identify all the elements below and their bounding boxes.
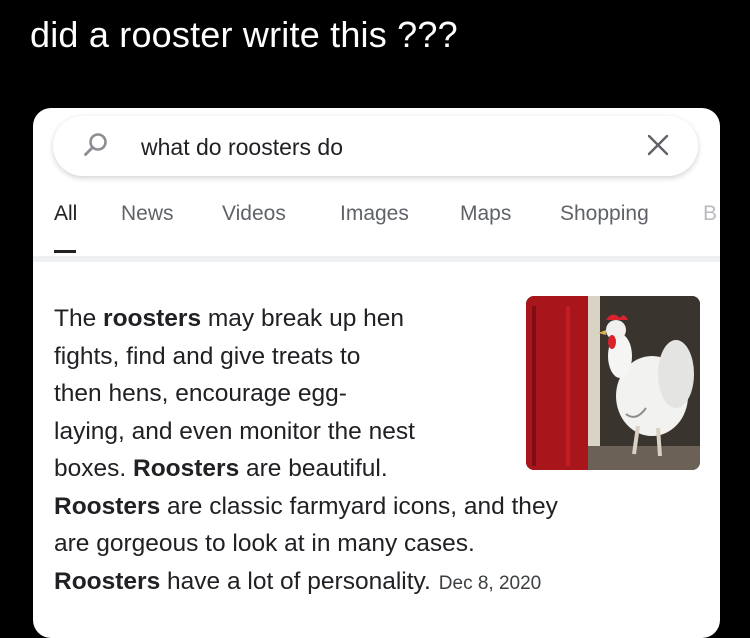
search-icon[interactable]	[83, 132, 109, 158]
snippet-line: are gorgeous to look at in many cases.	[54, 525, 704, 563]
snippet-text: are classic farmyard icons, and they	[160, 492, 558, 520]
active-tab-indicator	[54, 250, 76, 253]
snippet-text: fights, find and give treats to	[54, 342, 361, 370]
search-result-card: what do roosters do All News Videos Imag…	[33, 108, 720, 638]
snippet-bold-term: Roosters	[54, 492, 161, 520]
tab-videos[interactable]: Videos	[222, 202, 286, 226]
rooster-thumbnail-image[interactable]	[526, 296, 700, 470]
close-icon[interactable]	[644, 131, 672, 159]
tab-news[interactable]: News	[121, 202, 174, 226]
snippet-bold-term: roosters	[103, 305, 202, 332]
tab-books-partial[interactable]: B	[703, 202, 717, 226]
snippet-text: then hens, encourage egg-	[54, 380, 347, 407]
snippet-text: may break up hen	[201, 305, 405, 332]
tab-images[interactable]: Images	[340, 202, 409, 226]
snippet-line: Roosters have a lot of personality. Dec 8…	[54, 563, 704, 603]
search-input[interactable]: what do roosters do	[141, 134, 343, 161]
snippet-text: are gorgeous to look at in many cases.	[54, 530, 475, 557]
tab-maps[interactable]: Maps	[460, 202, 511, 226]
snippet-text: laying, and even monitor the nest	[54, 417, 415, 445]
search-bar[interactable]: what do roosters do	[53, 116, 698, 176]
snippet-date: Dec 8, 2020	[438, 572, 542, 594]
snippet-bold-term: Roosters	[54, 567, 161, 595]
tab-all[interactable]: All	[54, 202, 77, 226]
snippet-bold-term: Roosters	[133, 455, 240, 482]
snippet-text: boxes.	[54, 455, 133, 482]
snippet-text: have a lot of personality.	[160, 567, 431, 595]
search-tabs: All News Videos Images Maps Shopping B	[33, 202, 720, 242]
snippet-text: The	[54, 305, 104, 332]
section-divider	[33, 256, 720, 262]
meme-caption: did a rooster write this ???	[30, 14, 458, 55]
snippet-line: Roosters are classic farmyard icons, and…	[54, 488, 704, 526]
snippet-text: are beautiful.	[239, 455, 388, 482]
tab-shopping[interactable]: Shopping	[560, 202, 649, 226]
